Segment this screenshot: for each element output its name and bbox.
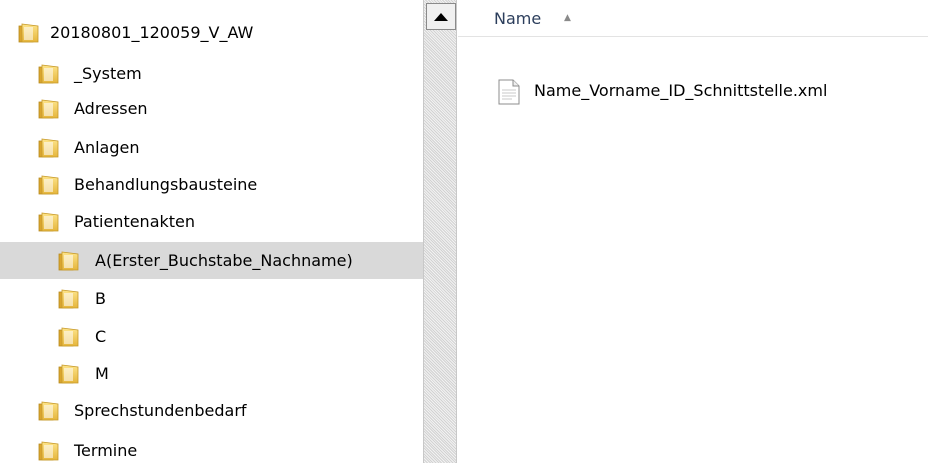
tree-item-label: _System	[74, 64, 142, 83]
tree-item-label: M	[95, 364, 109, 383]
tree-item-label: Patientenakten	[74, 212, 196, 231]
tree-item-label: Termine	[74, 441, 138, 460]
folder-icon	[38, 401, 60, 421]
xml-file-icon	[498, 79, 520, 105]
folder-icon	[18, 23, 40, 43]
tree-item-root[interactable]: 20180801_120059_V_AW	[0, 14, 423, 51]
tree-item-m[interactable]: M	[0, 355, 423, 392]
tree-item-a-selected[interactable]: A(Erster_Buchstabe_Nachname)	[0, 242, 423, 279]
tree-item-label: Adressen	[74, 99, 148, 118]
folder-icon	[38, 138, 60, 158]
tree-item-c[interactable]: C	[0, 318, 423, 355]
sort-ascending-icon: ▲	[564, 13, 571, 23]
scroll-up-arrow-icon	[434, 12, 448, 21]
folder-icon	[38, 175, 60, 195]
tree-item-label: B	[95, 289, 106, 308]
tree-item-label: Behandlungsbausteine	[74, 175, 258, 194]
tree-item-label: Sprechstundenbedarf	[74, 401, 247, 420]
folder-icon	[58, 327, 80, 347]
folder-icon	[58, 251, 80, 271]
folder-icon	[38, 64, 60, 84]
scroll-up-button[interactable]	[426, 3, 456, 30]
file-name: Name_Vorname_ID_Schnittstelle.xml	[534, 81, 828, 100]
file-list: Name ▲ Name_Vorname_ID_Schnittstelle.xml	[458, 0, 928, 463]
tree-item-termine[interactable]: Termine	[0, 432, 423, 463]
folder-icon	[58, 364, 80, 384]
tree-item-anlagen[interactable]: Anlagen	[0, 129, 423, 166]
tree-item-label: A(Erster_Buchstabe_Nachname)	[95, 251, 353, 270]
folder-icon	[38, 441, 60, 461]
tree-item-system[interactable]: _System	[0, 55, 423, 92]
folder-icon	[58, 289, 80, 309]
tree-item-adressen[interactable]: Adressen	[0, 90, 423, 127]
folder-icon	[38, 212, 60, 232]
tree-item-patientenakten[interactable]: Patientenakten	[0, 203, 423, 240]
folder-icon	[38, 99, 60, 119]
tree-item-b[interactable]: B	[0, 280, 423, 317]
column-header-name[interactable]: Name ▲	[458, 0, 928, 37]
folder-tree: 20180801_120059_V_AW _System Adressen An…	[0, 0, 423, 463]
tree-item-sprechstundenbedarf[interactable]: Sprechstundenbedarf	[0, 392, 423, 429]
column-header-label: Name	[494, 9, 542, 28]
tree-item-label: Anlagen	[74, 138, 140, 157]
tree-item-label: C	[95, 327, 107, 346]
tree-item-label: 20180801_120059_V_AW	[50, 23, 254, 42]
tree-item-behandlungsbausteine[interactable]: Behandlungsbausteine	[0, 166, 423, 203]
tree-scrollbar[interactable]	[423, 0, 457, 463]
